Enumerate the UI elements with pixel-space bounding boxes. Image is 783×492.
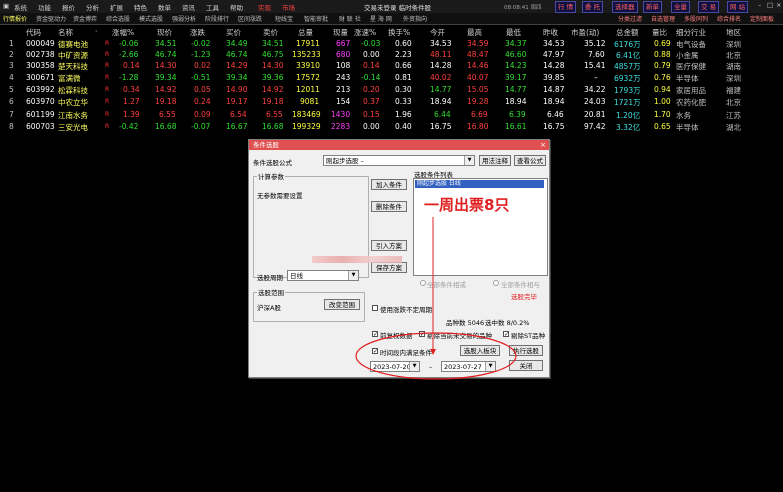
annotation-overlay [355,217,517,380]
annotation-circle [355,332,517,380]
annotation-arrow-head [430,349,436,355]
